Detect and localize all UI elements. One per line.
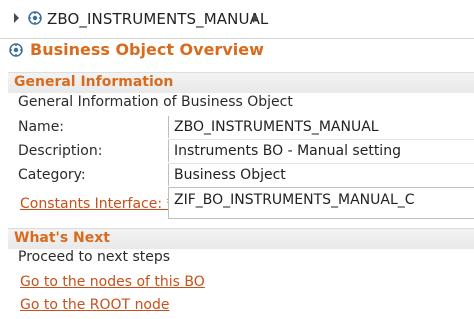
chevron-right-icon[interactable] [14, 13, 19, 23]
breadcrumb: ZBO_INSTRUMENTS_MANUAL [0, 0, 474, 39]
business-object-icon [9, 43, 23, 57]
page-title: Business Object Overview [30, 40, 264, 59]
constants-interface-link[interactable]: Constants Interface: * [20, 196, 174, 212]
section-header-general[interactable]: General Information [8, 72, 474, 93]
breadcrumb-item[interactable]: ZBO_INSTRUMENTS_MANUAL [47, 10, 268, 28]
category-field: Business Object [168, 164, 474, 186]
go-to-nodes-link[interactable]: Go to the nodes of this BO [20, 274, 205, 290]
description-label: Description: [18, 143, 103, 159]
name-field[interactable]: ZBO_INSTRUMENTS_MANUAL [168, 116, 474, 138]
constants-interface-field[interactable]: ZIF_BO_INSTRUMENTS_MANUAL_C [168, 187, 474, 219]
description-field[interactable]: Instruments BO - Manual setting [168, 140, 474, 162]
section-description: General Information of Business Object [18, 94, 293, 110]
section-header-whats-next[interactable]: What's Next [8, 228, 474, 249]
category-label: Category: [18, 167, 86, 183]
chevron-right-icon[interactable] [253, 13, 258, 23]
section-title: What's Next [14, 230, 110, 246]
name-label: Name: [18, 119, 65, 135]
go-to-root-node-link[interactable]: Go to the ROOT node [20, 297, 170, 313]
section-title: General Information [14, 74, 174, 90]
section-description: Proceed to next steps [18, 249, 171, 265]
business-object-icon [28, 11, 42, 25]
